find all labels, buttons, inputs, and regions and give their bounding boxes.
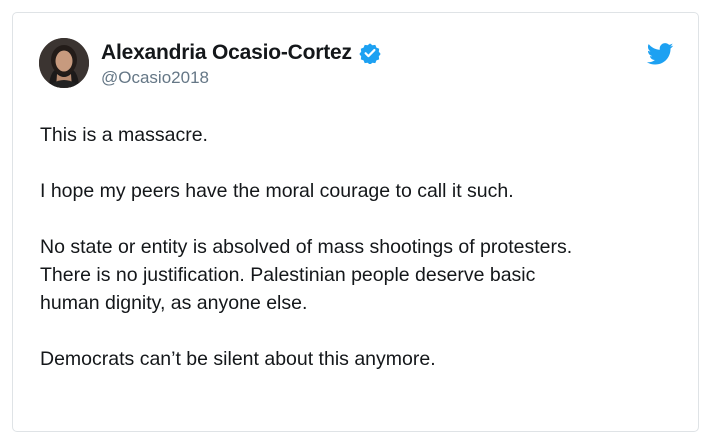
author-block: Alexandria Ocasio-Cortez @Ocasio2018	[101, 40, 381, 88]
avatar-photo-icon	[39, 38, 89, 88]
verified-badge-icon	[359, 42, 381, 65]
handle[interactable]: @Ocasio2018	[101, 68, 381, 88]
tweet-paragraph: Democrats can’t be silent about this any…	[40, 348, 436, 370]
tweet-text: This is a massacre. I hope my peers have…	[40, 121, 680, 401]
tweet-paragraph: This is a massacre.	[40, 124, 208, 146]
display-name[interactable]: Alexandria Ocasio-Cortez	[101, 41, 352, 65]
twitter-bird-icon[interactable]	[646, 43, 674, 65]
tweet-paragraph: No state or entity is absolved of mass s…	[40, 236, 573, 314]
tweet-card: Alexandria Ocasio-Cortez @Ocasio2018 Thi…	[12, 12, 699, 432]
tweet-paragraph: I hope my peers have the moral courage t…	[40, 180, 514, 202]
avatar[interactable]	[39, 38, 89, 88]
name-row: Alexandria Ocasio-Cortez	[101, 40, 381, 66]
